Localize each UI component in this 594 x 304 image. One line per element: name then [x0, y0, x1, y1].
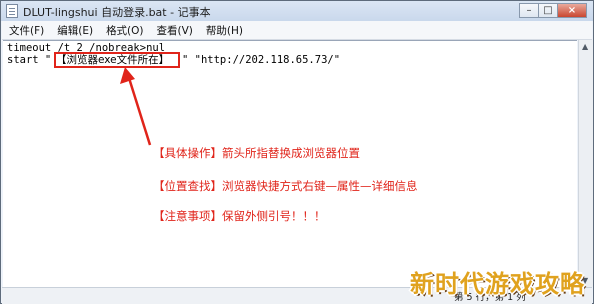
menu-bar: 文件(F) 编辑(E) 格式(O) 查看(V) 帮助(H) [2, 21, 592, 40]
window-title: DLUT-lingshui 自动登录.bat - 记事本 [23, 6, 211, 19]
vertical-scrollbar[interactable]: ▲ ▼ [578, 40, 593, 287]
red-arrow-icon [120, 67, 152, 146]
scroll-up-icon[interactable]: ▲ [582, 42, 588, 51]
notepad-window: DLUT-lingshui 自动登录.bat - 记事本 – □ × 文件(F)… [0, 0, 594, 304]
menu-view[interactable]: 查看(V) [150, 21, 199, 39]
caption-buttons: – □ × [519, 3, 587, 18]
menu-help[interactable]: 帮助(H) [199, 21, 249, 39]
menu-edit[interactable]: 编辑(E) [50, 21, 99, 39]
maximize-button[interactable]: □ [538, 3, 558, 18]
close-button[interactable]: × [557, 3, 587, 18]
menu-file[interactable]: 文件(F) [2, 21, 50, 39]
notepad-icon [6, 4, 18, 18]
menu-format[interactable]: 格式(O) [99, 21, 149, 39]
note-caution: 【注意事项】保留外侧引号！！！ [153, 209, 326, 223]
minimize-button[interactable]: – [519, 3, 539, 18]
text-editor[interactable]: timeout /t 2 /nobreak>nul start " 【浏览器ex… [3, 40, 577, 288]
code-line-2-suffix: " "http://202.118.65.73/" [182, 54, 341, 66]
title-bar[interactable]: DLUT-lingshui 自动登录.bat - 记事本 – □ × [1, 1, 593, 21]
browser-path-placeholder: 【浏览器exe文件所在】 [56, 54, 170, 66]
note-location: 【位置查找】浏览器快捷方式右键—属性—详细信息 [153, 179, 418, 193]
code-line-2-prefix: start " [7, 54, 52, 66]
note-operation: 【具体操作】箭头所指替换成浏览器位置 [153, 146, 360, 160]
watermark: 新时代游戏攻略 [410, 270, 585, 298]
